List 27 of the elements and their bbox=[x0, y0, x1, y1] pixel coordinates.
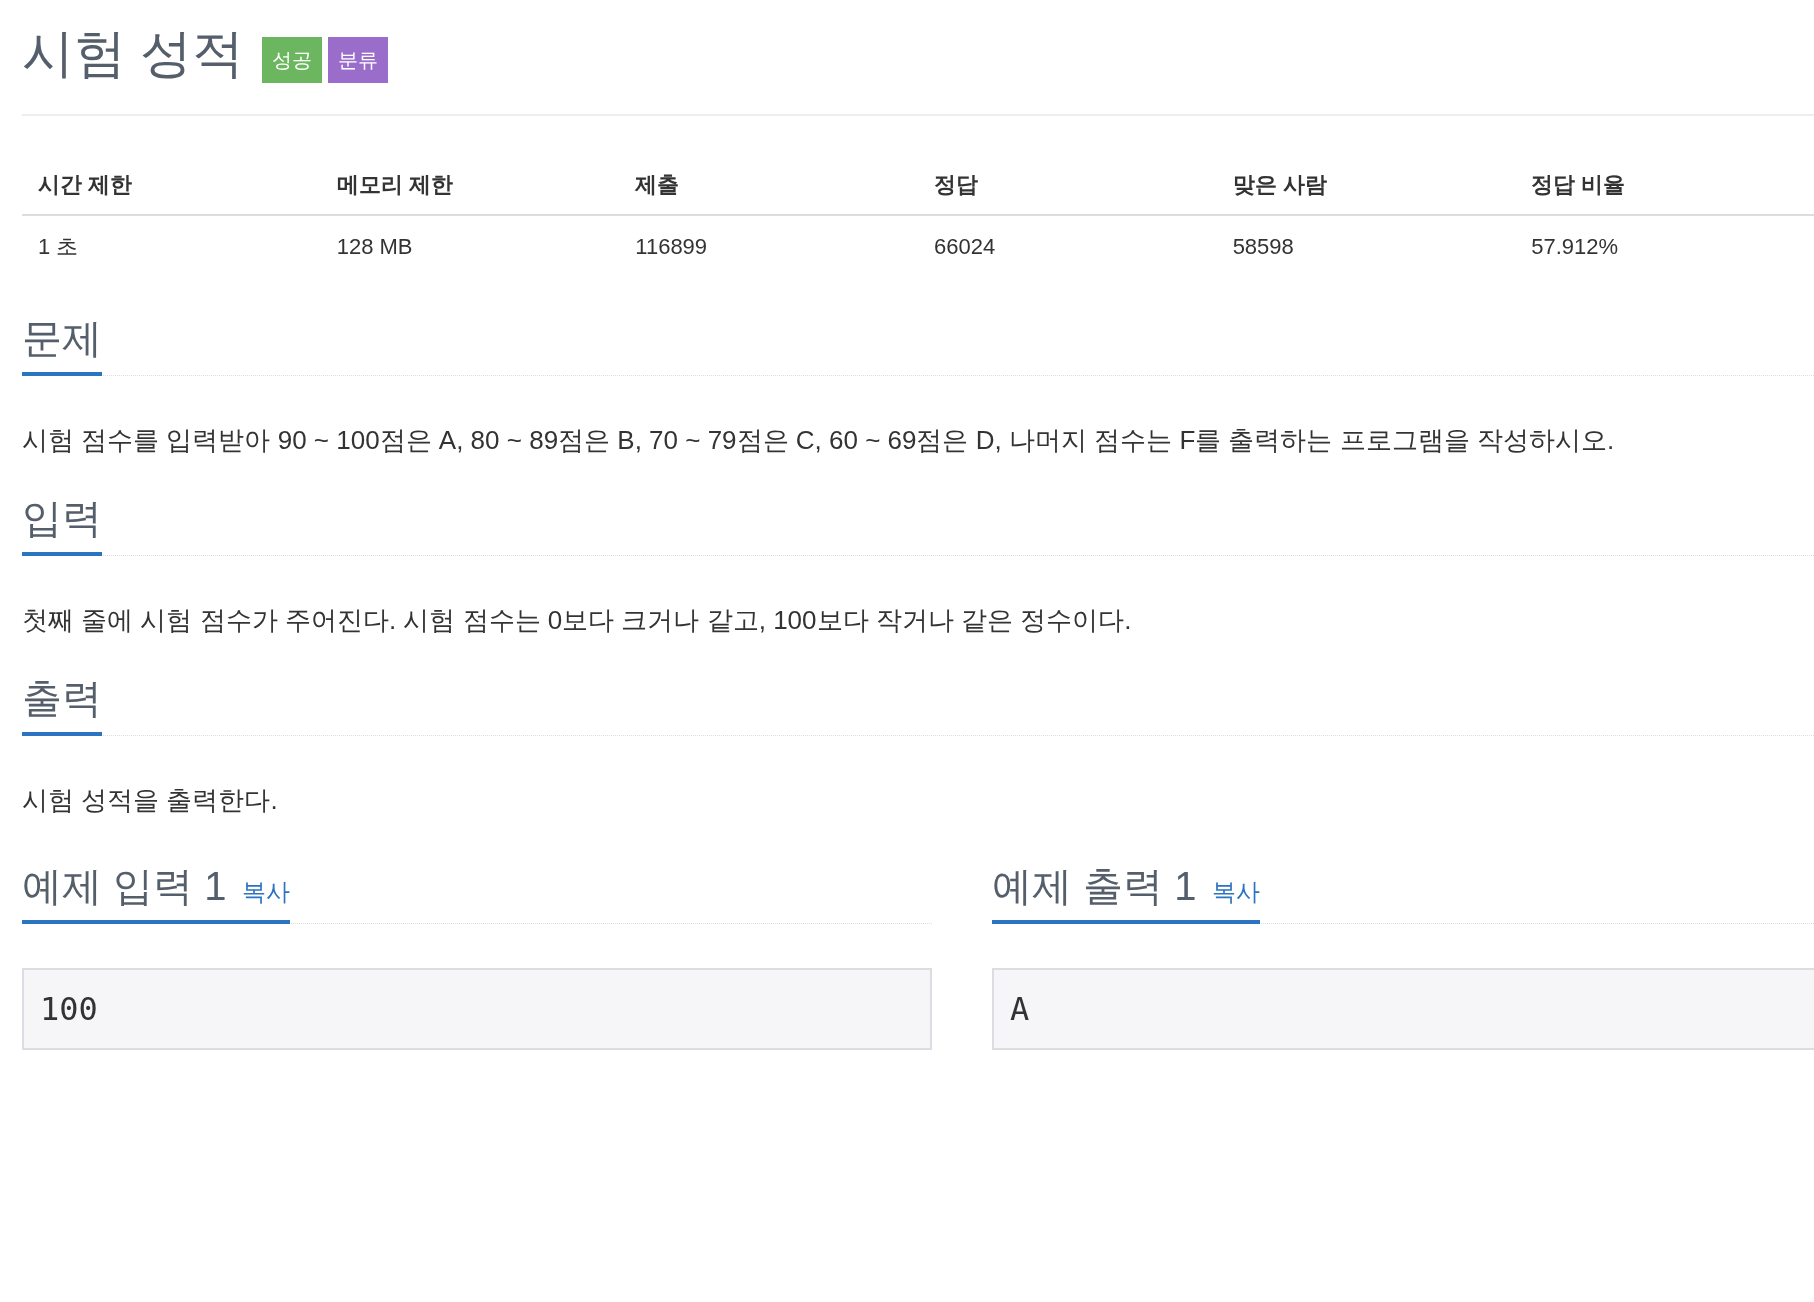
table-cell: 58598 bbox=[1216, 215, 1516, 279]
copy-link[interactable]: 복사 bbox=[1212, 875, 1261, 908]
section-text: 시험 성적을 출력한다. bbox=[22, 784, 279, 817]
section-heading: 문제 bbox=[22, 314, 102, 377]
sample-heading: 예제 입력 1 bbox=[22, 862, 227, 910]
column-header: 정답 bbox=[917, 156, 1217, 216]
sample-heading: 예제 출력 1 bbox=[992, 862, 1197, 910]
tag-badge[interactable]: 성공 bbox=[262, 37, 323, 84]
column-header: 맞은 사람 bbox=[1216, 156, 1516, 216]
sample-box: A bbox=[992, 967, 1814, 1050]
section-heading: 출력 bbox=[22, 674, 102, 736]
tag-badge[interactable]: 분류 bbox=[328, 37, 389, 84]
column-header: 메모리 제한 bbox=[320, 156, 620, 216]
table-cell: 116899 bbox=[619, 215, 918, 279]
column-header: 정답 비율 bbox=[1515, 156, 1814, 216]
section-text: 첫째 줄에 시험 점수가 주어진다. 시험 점수는 0보다 크거나 같고, 100보다 작거나 같은 정수이다. bbox=[22, 604, 1133, 638]
copy-link[interactable]: 복사 bbox=[242, 875, 291, 908]
column-header: 시간 제한 bbox=[22, 156, 321, 216]
section-text: 시험 점수를 입력받아 90 ~ 100점은 A, 80 ~ 89점은 B, 70 ~ 79점은 C, 60 ~ 69점은 D, 나머지 점수는 F를 출력하는 프로그램을 작성하시오. bbox=[22, 424, 1616, 458]
table-cell: 57.912% bbox=[1515, 215, 1814, 279]
sample-box: 100 bbox=[22, 967, 932, 1050]
problem-title: 시험 성적 bbox=[22, 23, 245, 84]
column-header: 제출 bbox=[619, 156, 918, 216]
table-cell: 1 초 bbox=[22, 215, 321, 279]
table-cell: 128 MB bbox=[320, 215, 620, 279]
table-cell: 66024 bbox=[917, 215, 1217, 279]
section-heading: 입력 bbox=[22, 494, 102, 557]
